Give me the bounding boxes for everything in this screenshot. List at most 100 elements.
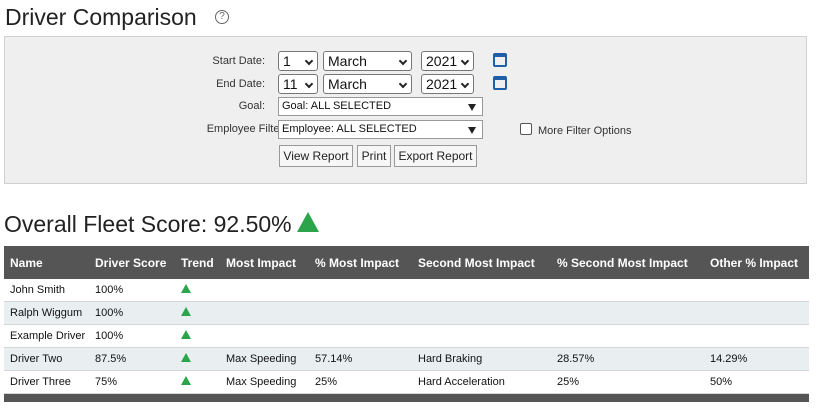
col-header-name[interactable]: Name: [4, 246, 89, 279]
col-header-driver-score[interactable]: Driver Score: [89, 246, 175, 279]
help-icon[interactable]: ?: [215, 10, 229, 24]
second-most-impact: [412, 279, 551, 302]
dropdown-arrow-icon: [468, 127, 476, 134]
table-footer: [4, 393, 809, 402]
dropdown-arrow-icon: [468, 104, 476, 111]
start-date-label: Start Date:: [212, 55, 265, 67]
col-header-other-pct-impact[interactable]: Other % Impact: [704, 246, 809, 279]
overall-fleet-score: Overall Fleet Score: 92.50%: [4, 211, 292, 237]
driver-name: John Smith: [4, 279, 89, 302]
driver-score: 100%: [89, 301, 175, 325]
chevron-down-icon: [460, 79, 470, 89]
trend-cell: [175, 347, 220, 371]
chevron-down-icon: [398, 79, 408, 89]
trend-up-icon: [181, 284, 191, 293]
trend-cell: [175, 370, 220, 394]
filter-panel: Start Date: 1 March 2021 End Date: 11 Ma…: [4, 36, 807, 184]
employee-filter-select[interactable]: Employee: ALL SELECTED: [278, 120, 483, 139]
driver-score: 100%: [89, 279, 175, 302]
start-day-select[interactable]: 1: [278, 51, 318, 71]
view-report-button[interactable]: View Report: [279, 145, 353, 167]
table-row: Driver Two 87.5% Max Speeding 57.14% Har…: [4, 347, 809, 371]
page-title: Driver Comparison: [5, 4, 197, 30]
driver-score: 87.5%: [89, 347, 175, 371]
more-filter-checkbox[interactable]: [520, 123, 532, 135]
goal-select[interactable]: Goal: ALL SELECTED: [278, 97, 483, 116]
most-impact: [220, 324, 309, 348]
col-header-trend[interactable]: Trend: [175, 246, 220, 279]
col-header-most-impact[interactable]: Most Impact: [220, 246, 309, 279]
employee-filter-value: Employee: ALL SELECTED: [282, 123, 417, 135]
chevron-down-icon: [304, 56, 314, 66]
start-day-value: 1: [283, 53, 291, 69]
end-month-value: March: [328, 76, 367, 92]
start-year-value: 2021: [426, 53, 458, 69]
end-day-value: 11: [283, 76, 298, 92]
other-pct-impact: 14.29%: [704, 347, 809, 371]
driver-score: 75%: [89, 370, 175, 394]
end-day-select[interactable]: 11: [278, 74, 318, 94]
export-report-button[interactable]: Export Report: [394, 145, 477, 167]
driver-name: Driver Two: [4, 347, 89, 371]
start-calendar-icon[interactable]: [493, 53, 507, 67]
end-month-select[interactable]: March: [323, 74, 412, 94]
most-impact: [220, 301, 309, 325]
table-header-row: Name Driver Score Trend Most Impact % Mo…: [4, 246, 809, 279]
most-impact: Max Speeding: [220, 370, 309, 394]
start-month-value: March: [328, 53, 367, 69]
start-year-select[interactable]: 2021: [421, 51, 474, 71]
most-impact: Max Speeding: [220, 347, 309, 371]
driver-name: Driver Three: [4, 370, 89, 394]
pct-second-most-impact: [551, 301, 704, 325]
chevron-down-icon: [398, 56, 408, 66]
table-footer-bar: [4, 393, 809, 402]
trend-cell: [175, 324, 220, 348]
trend-up-icon: [181, 376, 191, 385]
other-pct-impact: [704, 279, 809, 302]
print-button[interactable]: Print: [357, 145, 391, 167]
end-date-label: End Date:: [216, 78, 265, 90]
col-header-pct-most-impact[interactable]: % Most Impact: [309, 246, 412, 279]
driver-name: Example Driver: [4, 324, 89, 348]
most-impact: [220, 279, 309, 302]
pct-most-impact: [309, 324, 412, 348]
other-pct-impact: 50%: [704, 370, 809, 394]
col-header-second-most-impact[interactable]: Second Most Impact: [412, 246, 551, 279]
trend-cell: [175, 279, 220, 302]
pct-second-most-impact: [551, 324, 704, 348]
second-most-impact: [412, 324, 551, 348]
pct-second-most-impact: 25%: [551, 370, 704, 394]
pct-second-most-impact: 28.57%: [551, 347, 704, 371]
pct-second-most-impact: [551, 279, 704, 302]
chevron-down-icon: [304, 79, 314, 89]
pct-most-impact: [309, 301, 412, 325]
table-row: Driver Three 75% Max Speeding 25% Hard A…: [4, 370, 809, 394]
other-pct-impact: [704, 301, 809, 325]
pct-most-impact: 57.14%: [309, 347, 412, 371]
start-month-select[interactable]: March: [323, 51, 412, 71]
trend-up-icon: [181, 330, 191, 339]
trend-cell: [175, 301, 220, 325]
driver-name: Ralph Wiggum: [4, 301, 89, 325]
other-pct-impact: [704, 324, 809, 348]
table-row: Ralph Wiggum 100%: [4, 301, 809, 325]
second-most-impact: Hard Braking: [412, 347, 551, 371]
chevron-down-icon: [460, 56, 470, 66]
trend-up-icon: [297, 212, 319, 232]
trend-up-icon: [181, 353, 191, 362]
driver-comparison-table: Name Driver Score Trend Most Impact % Mo…: [4, 246, 809, 402]
more-filter-label[interactable]: More Filter Options: [538, 125, 632, 137]
table-row: John Smith 100%: [4, 279, 809, 302]
end-year-select[interactable]: 2021: [421, 74, 474, 94]
trend-up-icon: [181, 307, 191, 316]
col-header-pct-second-most-impact[interactable]: % Second Most Impact: [551, 246, 704, 279]
end-year-value: 2021: [426, 76, 458, 92]
second-most-impact: [412, 301, 551, 325]
driver-score: 100%: [89, 324, 175, 348]
pct-most-impact: [309, 279, 412, 302]
end-calendar-icon[interactable]: [493, 76, 507, 90]
second-most-impact: Hard Acceleration: [412, 370, 551, 394]
goal-value: Goal: ALL SELECTED: [282, 100, 392, 112]
table-row: Example Driver 100%: [4, 324, 809, 348]
pct-most-impact: 25%: [309, 370, 412, 394]
